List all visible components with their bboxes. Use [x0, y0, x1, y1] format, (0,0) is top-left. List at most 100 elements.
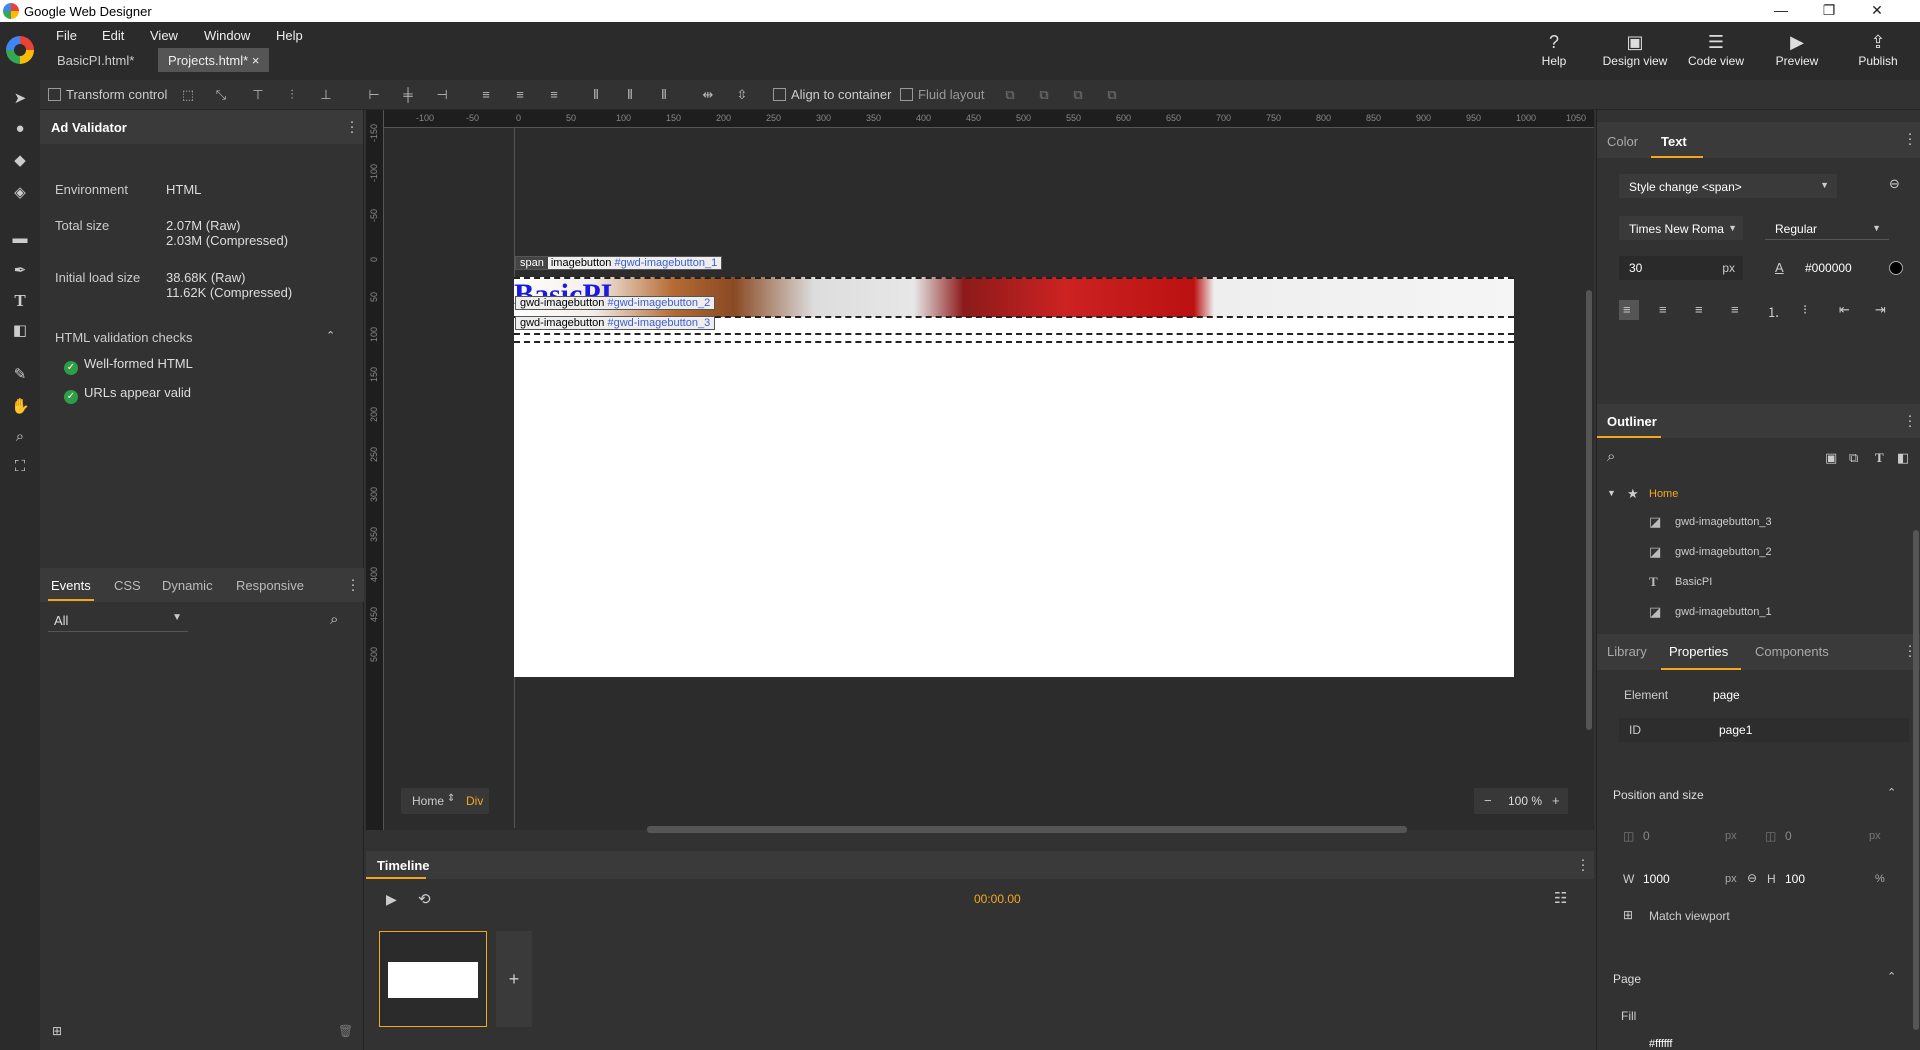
panel-menu-icon[interactable]: · · · [349, 114, 355, 139]
tab-dynamic[interactable]: Dynamic [162, 578, 213, 593]
events-filter-select[interactable]: All ▼ [48, 608, 188, 632]
outliner-item-home[interactable]: Home [1649, 488, 1678, 500]
publish-button[interactable]: ⇪ Publish [1843, 30, 1913, 68]
collapse-icon[interactable]: ⌃ [326, 329, 335, 342]
hand-tool-icon[interactable]: ✋ [11, 398, 30, 416]
convert-icon[interactable]: ⧉ [1104, 87, 1120, 103]
text-tool-icon[interactable]: T [11, 292, 29, 310]
align-left-icon[interactable]: ⊢ [366, 87, 382, 103]
align-center-icon[interactable]: ╪ [400, 87, 416, 103]
expand-triangle-icon[interactable]: ▼ [1607, 488, 1616, 498]
add-event-icon[interactable]: ⊞ [52, 1024, 62, 1038]
space-vertical-icon[interactable]: ⇳ [734, 87, 750, 103]
fit-tool-icon[interactable]: ⛶ [11, 458, 29, 476]
indent-icon[interactable]: ⇥ [1875, 302, 1886, 318]
distribute-middle-icon[interactable]: ≡ [512, 87, 528, 103]
tab-events[interactable]: Events [51, 578, 91, 593]
stage-page[interactable] [514, 277, 1514, 677]
id-field[interactable]: ID page1 [1619, 718, 1909, 742]
outdent-icon[interactable]: ⇤ [1839, 302, 1850, 318]
eraser-tool-icon[interactable]: ▬ [11, 230, 29, 248]
vertical-scrollbar[interactable] [1586, 290, 1592, 730]
transform-control-toggle[interactable]: Transform control [48, 87, 167, 102]
menu-file[interactable]: File [56, 28, 77, 43]
font-color-icon[interactable]: A [1775, 260, 1784, 275]
lock-ratio-icon[interactable]: ⊖ [1747, 871, 1757, 885]
fluid-layout-toggle[interactable]: Fluid layout [900, 87, 984, 102]
element-label[interactable]: gwd-imagebutton #gwd-imagebutton_2 [515, 296, 716, 310]
pen-tool-icon[interactable]: ✒ [11, 262, 29, 280]
paint-tool-icon[interactable]: ● [11, 120, 29, 138]
x-input[interactable]: 0 [1643, 829, 1650, 843]
breadcrumb[interactable]: Home ⇕ Div [401, 788, 489, 814]
breadcrumb-element[interactable]: Div [466, 794, 483, 808]
space-horizontal-icon[interactable]: ⇹ [700, 87, 716, 103]
fill-tool-icon[interactable]: ◧ [11, 322, 29, 340]
width-input[interactable]: 1000 [1643, 872, 1670, 886]
font-weight-select[interactable]: Regular ▼ [1765, 216, 1889, 240]
tab-css[interactable]: CSS [114, 578, 141, 593]
help-button[interactable]: ? Help [1519, 30, 1589, 68]
ungroup-icon[interactable]: ⧉ [1036, 87, 1052, 103]
font-family-select[interactable]: Times New Roma ▼ [1619, 216, 1743, 240]
align-to-container-checkbox[interactable] [773, 88, 786, 101]
zoom-level[interactable]: 100 % [1508, 794, 1542, 808]
doc-tab-basicpi[interactable]: BasicPI.html* [47, 48, 144, 72]
tag-tool-icon[interactable]: ◈ [11, 184, 29, 202]
transform-3d-icon[interactable]: ⬚ [180, 87, 196, 103]
outliner-item[interactable]: gwd-imagebutton_3 [1675, 516, 1772, 528]
search-icon[interactable]: ⌕ [1607, 448, 1615, 465]
horizontal-scrollbar[interactable] [647, 826, 1407, 833]
tab-responsive[interactable]: Responsive [236, 578, 304, 593]
minimize-icon[interactable]: — [1758, 0, 1804, 22]
font-size-input[interactable]: 30 px [1619, 256, 1743, 280]
loop-icon[interactable]: ⟲ [418, 890, 431, 908]
code-view-button[interactable]: ☰ Code view [1681, 30, 1751, 68]
tab-text[interactable]: Text [1661, 134, 1687, 149]
page-thumbnail[interactable] [379, 931, 487, 1027]
align-right-icon[interactable]: ⊣ [434, 87, 450, 103]
menu-edit[interactable]: Edit [102, 28, 124, 43]
color-tool-icon[interactable]: ✎ [11, 366, 29, 384]
delete-icon[interactable]: 🗑 [338, 1024, 353, 1038]
element-label[interactable]: span imagebutton #gwd-imagebutton_1 [515, 256, 723, 270]
add-page-icon[interactable]: + [496, 931, 532, 1027]
bullet-list-icon[interactable]: ⁝ [1803, 302, 1807, 318]
preview-button[interactable]: ▶ Preview [1762, 30, 1832, 68]
tab-properties[interactable]: Properties [1669, 644, 1728, 659]
font-color-input[interactable]: #000000 [1795, 256, 1907, 280]
3d-tool-icon[interactable]: ◆ [11, 152, 29, 170]
text-justify-icon[interactable]: ≡ [1731, 302, 1739, 317]
menu-help[interactable]: Help [276, 28, 303, 43]
group-icon[interactable]: ⧉ [1002, 87, 1018, 103]
align-middle-icon[interactable]: ⫶ [284, 87, 300, 103]
height-input[interactable]: 100 [1785, 872, 1805, 886]
page-section-header[interactable]: Page ⌃ [1597, 962, 1909, 992]
align-to-container-toggle[interactable]: Align to container [773, 87, 891, 102]
zoom-tool-icon[interactable]: ⌕ [11, 428, 29, 446]
selection-tool-icon[interactable]: ➤ [11, 90, 29, 108]
style-select[interactable]: Style change <span> ▼ [1619, 174, 1837, 198]
align-bottom-icon[interactable]: ⊥ [318, 87, 334, 103]
swap-icon[interactable]: ⧉ [1070, 87, 1086, 103]
filter-image-icon[interactable]: ▣ [1825, 450, 1837, 466]
maximize-icon[interactable]: ❐ [1806, 0, 1852, 22]
link-icon[interactable]: ⊖ [1889, 176, 1900, 192]
distribute-right-icon[interactable]: ⫴ [656, 87, 672, 103]
panel-menu-icon[interactable]: · · · [1907, 408, 1913, 433]
filter-text-icon[interactable]: T [1875, 450, 1884, 466]
panel-menu-icon[interactable]: · · · [350, 572, 356, 597]
transform-control-checkbox[interactable] [48, 88, 61, 101]
play-icon[interactable]: ▶ [386, 891, 397, 908]
menu-view[interactable]: View [150, 28, 178, 43]
close-icon[interactable]: ✕ [1854, 0, 1900, 22]
design-view-button[interactable]: ▣ Design view [1600, 30, 1670, 68]
tab-components[interactable]: Components [1755, 644, 1829, 659]
position-size-header[interactable]: Position and size ⌃ [1597, 778, 1909, 808]
y-input[interactable]: 0 [1785, 829, 1792, 843]
search-icon[interactable]: ⌕ [330, 611, 338, 628]
align-top-icon[interactable]: ⊤ [250, 87, 266, 103]
outliner-item[interactable]: gwd-imagebutton_2 [1675, 546, 1772, 558]
transform-scale-icon[interactable]: ⤡ [213, 87, 229, 103]
filter-component-icon[interactable]: ◧ [1897, 450, 1909, 466]
